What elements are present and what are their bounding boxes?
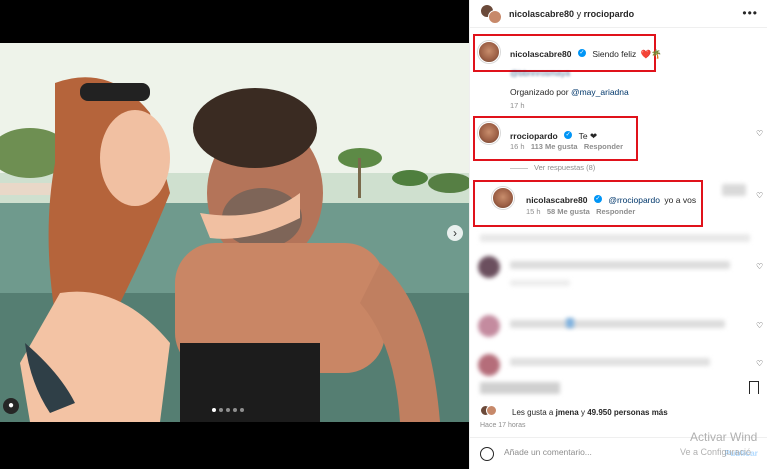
bookmark-icon[interactable]: [749, 381, 759, 394]
blurred-comment: [510, 261, 730, 269]
likes-summary[interactable]: Les gusta a jmena y 49.950 personas más: [512, 408, 668, 417]
avatar: [488, 10, 502, 24]
verified-icon: ✓: [577, 48, 586, 57]
tagged-users-icon[interactable]: ●: [3, 398, 19, 414]
carousel-dot: [233, 408, 237, 412]
post-photo[interactable]: [0, 43, 469, 422]
reply-text: yo a vos: [664, 195, 697, 205]
likes-mid: y: [580, 408, 585, 417]
avatar[interactable]: [478, 122, 500, 144]
like-comment-heart-icon[interactable]: ♡: [756, 129, 763, 138]
post-side-panel: nicolascabre80 y rrociopardo ••• nicolas…: [469, 0, 767, 469]
header-user1[interactable]: nicolascabre80: [509, 9, 574, 19]
beach-couple-photo: [0, 43, 469, 422]
organized-mention[interactable]: @may_ariadna: [571, 87, 629, 97]
like-comment-heart-icon[interactable]: ♡: [756, 191, 763, 200]
comment-meta: 16 h 113 Me gusta Responder: [510, 142, 623, 151]
reply-likes[interactable]: 58 Me gusta: [547, 207, 590, 216]
like-comment-heart-icon[interactable]: ♡: [756, 262, 763, 271]
comment-text: Te ❤: [578, 131, 598, 141]
caption-line: nicolascabre80 ✓ Siendo feliz ❤️🌴: [510, 44, 662, 62]
carousel-dot: [226, 408, 230, 412]
verified-icon: ✓: [564, 130, 573, 139]
comment-time: 16 h: [510, 142, 525, 151]
avatar[interactable]: [478, 41, 500, 63]
header-user2[interactable]: rrociopardo: [584, 9, 635, 19]
reply-button[interactable]: Responder: [596, 207, 635, 216]
carousel-dots: [212, 408, 244, 412]
action-bar: [470, 372, 767, 402]
reply-line: nicolascabre80 ✓ @rrociopardo yo a vos: [526, 190, 696, 208]
comment-input[interactable]: [504, 447, 684, 457]
like-comment-heart-icon[interactable]: ♡: [756, 359, 763, 368]
likes-count[interactable]: 49.950 personas más: [587, 408, 668, 417]
activation-watermark-subtitle: Ve a Configuració: [680, 447, 752, 457]
likes-prefix: Les gusta a: [512, 408, 554, 417]
blurred-comment: [510, 320, 725, 328]
collab-title: nicolascabre80 y rrociopardo: [509, 9, 634, 19]
blurred-content: [722, 184, 746, 196]
caption-tag[interactable]: @bbnnrosmaya: [510, 68, 570, 78]
avatar: [486, 405, 497, 416]
activation-watermark-title: Activar Wind: [690, 430, 758, 444]
carousel-dot: [240, 408, 244, 412]
carousel-dot: [219, 408, 223, 412]
reply-time: 15 h: [526, 207, 541, 216]
blurred-meta: [510, 280, 570, 286]
like-comment-heart-icon[interactable]: ♡: [756, 321, 763, 330]
post-media: › ●: [0, 0, 469, 469]
more-horizontal-icon[interactable]: •••: [742, 6, 758, 20]
post-time: Hace 17 horas: [480, 422, 526, 429]
avatar[interactable]: [492, 187, 514, 209]
reply-mention[interactable]: @rrociopardo: [608, 195, 660, 205]
caption-time: 17 h: [510, 101, 525, 110]
comment-username[interactable]: rrociopardo: [510, 131, 558, 141]
caption-username[interactable]: nicolascabre80: [510, 49, 571, 59]
emoji-icon[interactable]: [480, 447, 494, 461]
caption-text: Siendo feliz: [592, 49, 637, 59]
carousel-dot: [212, 408, 216, 412]
blurred-avatar: [478, 315, 500, 337]
comment-likes[interactable]: 113 Me gusta: [531, 142, 578, 151]
blurred-avatar: [478, 256, 500, 278]
blurred-actions: [480, 382, 560, 394]
header-joiner: y: [576, 9, 582, 19]
post-header: nicolascabre80 y rrociopardo •••: [470, 0, 767, 28]
likes-user[interactable]: jmena: [556, 408, 579, 417]
caption-emojis: ❤️🌴: [640, 49, 662, 59]
reply-button[interactable]: Responder: [584, 142, 623, 151]
organized-prefix: Organizado por: [510, 87, 569, 97]
next-photo-button[interactable]: ›: [447, 225, 463, 241]
view-replies-label[interactable]: Ver respuestas (8): [534, 163, 595, 172]
blurred-comment: [510, 358, 710, 366]
view-replies[interactable]: Ver respuestas (8): [510, 163, 595, 172]
reply-meta: 15 h 58 Me gusta Responder: [526, 207, 635, 216]
collab-avatars[interactable]: [480, 4, 502, 24]
verified-icon: ✓: [593, 194, 602, 203]
blurred-comment: [480, 234, 750, 242]
reply-username[interactable]: nicolascabre80: [526, 195, 587, 205]
blurred-emoji: [566, 318, 574, 328]
organized-line: Organizado por @may_ariadna: [510, 87, 629, 97]
